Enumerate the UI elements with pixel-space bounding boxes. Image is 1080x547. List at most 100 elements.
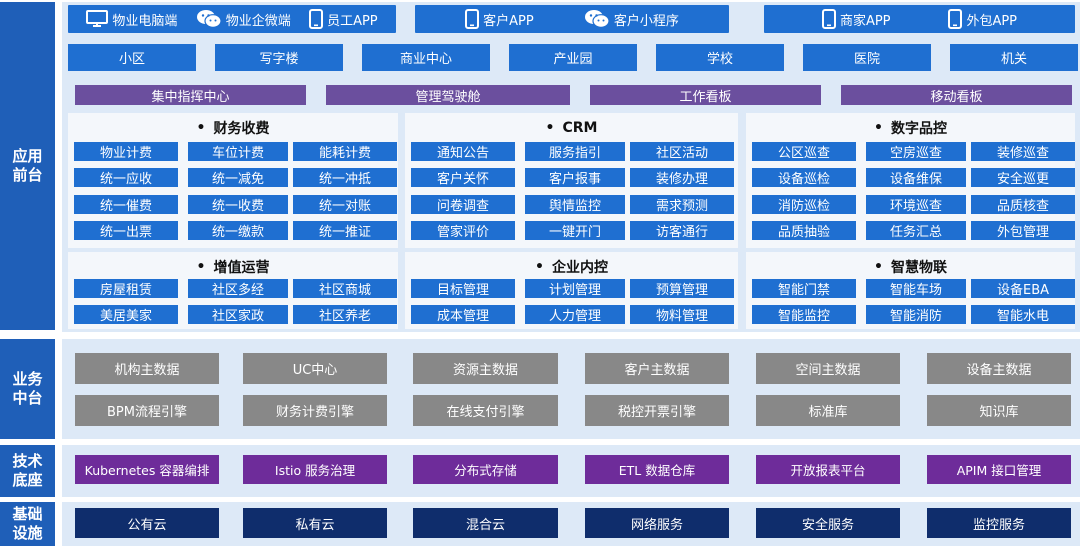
scenario-6[interactable]: 医院 xyxy=(803,44,931,71)
client-label: 商家APP xyxy=(839,13,891,29)
business-item[interactable]: 财务计费引擎 xyxy=(243,395,387,426)
business-item[interactable]: 资源主数据 xyxy=(413,353,558,384)
module-button[interactable]: 美居美家 xyxy=(74,305,178,324)
module-button[interactable]: 统一出票 xyxy=(74,221,178,240)
module-button[interactable]: 社区活动 xyxy=(630,142,734,161)
module-button[interactable]: 设备EBA xyxy=(971,279,1075,298)
scenario-4[interactable]: 产业园 xyxy=(509,44,637,71)
infra-item[interactable]: 网络服务 xyxy=(585,508,729,538)
module-button[interactable]: 舆情监控 xyxy=(525,195,625,214)
scenario-7[interactable]: 机关 xyxy=(950,44,1078,71)
module-button[interactable]: 环境巡查 xyxy=(866,195,966,214)
module-button[interactable]: 需求预测 xyxy=(630,195,734,214)
business-item[interactable]: 知识库 xyxy=(927,395,1071,426)
command-item-2[interactable]: 管理驾驶舱 xyxy=(326,85,570,105)
module-button[interactable]: 房屋租赁 xyxy=(74,279,178,298)
panel-title: • 数字品控 xyxy=(746,118,1075,138)
module-button[interactable]: 智能监控 xyxy=(752,305,856,324)
module-button[interactable]: 社区商城 xyxy=(293,279,397,298)
module-button[interactable]: 社区多经 xyxy=(188,279,288,298)
infra-item[interactable]: 监控服务 xyxy=(927,508,1071,538)
client-item[interactable]: 物业企微端 xyxy=(196,9,291,29)
business-item[interactable]: 设备主数据 xyxy=(927,353,1071,384)
module-button[interactable]: 一键开门 xyxy=(525,221,625,240)
module-button[interactable]: 智能车场 xyxy=(866,279,966,298)
command-item-1[interactable]: 集中指挥中心 xyxy=(75,85,306,105)
command-item-4[interactable]: 移动看板 xyxy=(841,85,1072,105)
module-button[interactable]: 统一催费 xyxy=(74,195,178,214)
module-button[interactable]: 统一冲抵 xyxy=(293,168,397,187)
tech-item[interactable]: 分布式存储 xyxy=(413,455,558,484)
module-button[interactable]: 品质抽验 xyxy=(752,221,856,240)
client-item[interactable]: 物业电脑端 xyxy=(86,10,177,29)
business-item[interactable]: UC中心 xyxy=(243,353,387,384)
module-button[interactable]: 智能消防 xyxy=(866,305,966,324)
client-group-2: 客户APP 客户小程序 xyxy=(415,5,729,33)
scenario-3[interactable]: 商业中心 xyxy=(362,44,490,71)
business-item[interactable]: 标准库 xyxy=(756,395,900,426)
module-button[interactable]: 设备维保 xyxy=(866,168,966,187)
module-button[interactable]: 消防巡检 xyxy=(752,195,856,214)
module-button[interactable]: 安全巡更 xyxy=(971,168,1075,187)
infra-item[interactable]: 混合云 xyxy=(413,508,558,538)
tech-item[interactable]: ETL 数据仓库 xyxy=(585,455,729,484)
client-item[interactable]: 客户小程序 xyxy=(584,9,679,29)
module-button[interactable]: 访客通行 xyxy=(630,221,734,240)
module-button[interactable]: 智能水电 xyxy=(971,305,1075,324)
business-item[interactable]: BPM流程引擎 xyxy=(75,395,219,426)
tech-item[interactable]: Istio 服务治理 xyxy=(243,455,387,484)
module-button[interactable]: 任务汇总 xyxy=(866,221,966,240)
module-button[interactable]: 空房巡查 xyxy=(866,142,966,161)
module-button[interactable]: 目标管理 xyxy=(411,279,515,298)
module-button[interactable]: 人力管理 xyxy=(525,305,625,324)
client-item[interactable]: 商家APP xyxy=(821,9,891,29)
module-button[interactable]: 装修办理 xyxy=(630,168,734,187)
module-button[interactable]: 物业计费 xyxy=(74,142,178,161)
infra-item[interactable]: 公有云 xyxy=(75,508,219,538)
scenario-5[interactable]: 学校 xyxy=(656,44,784,71)
module-button[interactable]: 通知公告 xyxy=(411,142,515,161)
module-button[interactable]: 装修巡查 xyxy=(971,142,1075,161)
module-button[interactable]: 公区巡查 xyxy=(752,142,856,161)
business-item[interactable]: 空间主数据 xyxy=(756,353,900,384)
business-item[interactable]: 税控开票引擎 xyxy=(585,395,729,426)
module-button[interactable]: 计划管理 xyxy=(525,279,625,298)
module-button[interactable]: 预算管理 xyxy=(630,279,734,298)
scenario-2[interactable]: 写字楼 xyxy=(215,44,343,71)
module-button[interactable]: 能耗计费 xyxy=(293,142,397,161)
module-button[interactable]: 客户关怀 xyxy=(411,168,515,187)
module-button[interactable]: 统一对账 xyxy=(293,195,397,214)
module-button[interactable]: 问卷调查 xyxy=(411,195,515,214)
module-button[interactable]: 管家评价 xyxy=(411,221,515,240)
client-item[interactable]: 客户APP xyxy=(465,9,534,29)
infra-item[interactable]: 安全服务 xyxy=(756,508,900,538)
command-item-3[interactable]: 工作看板 xyxy=(590,85,821,105)
module-button[interactable]: 服务指引 xyxy=(525,142,625,161)
module-button[interactable]: 外包管理 xyxy=(971,221,1075,240)
module-button[interactable]: 智能门禁 xyxy=(752,279,856,298)
client-item[interactable]: 员工APP xyxy=(309,9,378,29)
scenario-1[interactable]: 小区 xyxy=(68,44,196,71)
tech-item[interactable]: 开放报表平台 xyxy=(756,455,900,484)
business-item[interactable]: 在线支付引擎 xyxy=(413,395,558,426)
client-item[interactable]: 外包APP xyxy=(948,9,1017,29)
tech-item[interactable]: APIM 接口管理 xyxy=(927,455,1071,484)
module-button[interactable]: 统一减免 xyxy=(188,168,288,187)
module-button[interactable]: 物料管理 xyxy=(630,305,734,324)
infra-item[interactable]: 私有云 xyxy=(243,508,387,538)
module-button[interactable]: 设备巡检 xyxy=(752,168,856,187)
module-button[interactable]: 统一应收 xyxy=(74,168,178,187)
business-item[interactable]: 机构主数据 xyxy=(75,353,219,384)
module-button[interactable]: 统一收费 xyxy=(188,195,288,214)
module-button[interactable]: 品质核查 xyxy=(971,195,1075,214)
module-button[interactable]: 客户报事 xyxy=(525,168,625,187)
module-button[interactable]: 统一缴款 xyxy=(188,221,288,240)
module-button[interactable]: 成本管理 xyxy=(411,305,515,324)
client-group-1: 物业电脑端 物业企微端 员工APP xyxy=(68,5,396,33)
business-item[interactable]: 客户主数据 xyxy=(585,353,729,384)
module-button[interactable]: 统一推证 xyxy=(293,221,397,240)
module-button[interactable]: 车位计费 xyxy=(188,142,288,161)
tech-item[interactable]: Kubernetes 容器编排 xyxy=(75,455,219,484)
module-button[interactable]: 社区家政 xyxy=(188,305,288,324)
module-button[interactable]: 社区养老 xyxy=(293,305,397,324)
